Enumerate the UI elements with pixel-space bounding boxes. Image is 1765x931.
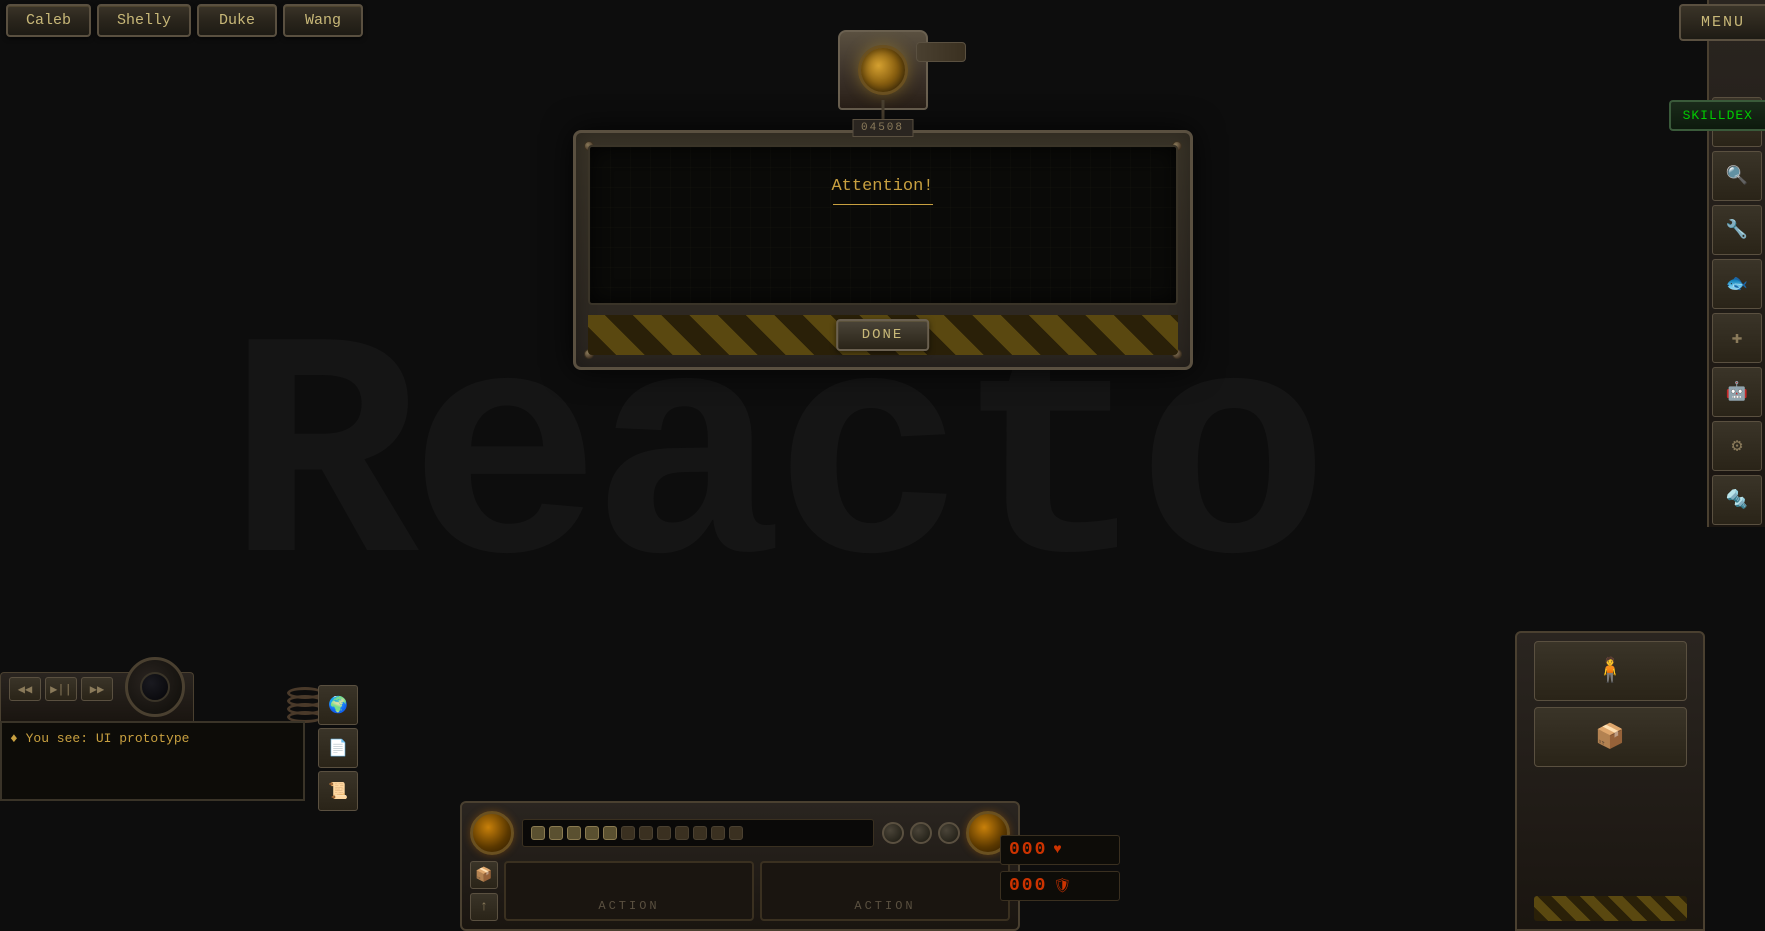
inventory-panel-btn[interactable]: 📦 xyxy=(1534,707,1687,767)
right-sidebar: SKILLDEX 👁 🔍 🔧 🐟 ✚ 🤖 ⚙ 🔩 xyxy=(1707,0,1765,527)
dialog-title: Attention! xyxy=(630,177,1136,196)
hp-icon: ♥ xyxy=(1053,842,1061,858)
dialog-frame: 04508 Attention! DONE xyxy=(573,130,1193,370)
wrench-icon-btn[interactable]: 🔩 xyxy=(1712,475,1762,525)
robot-icon-btn[interactable]: 🤖 xyxy=(1712,367,1762,417)
left-action-icons: 📦 ↑ xyxy=(470,861,498,921)
menu-button[interactable]: MENU xyxy=(1679,4,1765,41)
arrow-action-icon[interactable]: ↑ xyxy=(470,893,498,921)
prog-dot-1 xyxy=(531,826,545,840)
action-bar-area: 📦 ↑ ACTION ACTION xyxy=(460,801,1020,931)
character-tabs: Caleb Shelly Duke Wang xyxy=(0,0,369,41)
speaker-body xyxy=(838,30,928,110)
speaker-horn xyxy=(858,45,908,95)
combat-log-body: ♦ You see: UI prototype xyxy=(0,721,305,801)
progress-section xyxy=(470,811,1010,855)
search-icon-btn[interactable]: 🔍 xyxy=(1712,151,1762,201)
prog-dot-6 xyxy=(621,826,635,840)
prog-dot-8 xyxy=(657,826,671,840)
inventory-action-icon[interactable]: 📦 xyxy=(470,861,498,889)
dial-ball-1 xyxy=(882,822,904,844)
prog-dot-4 xyxy=(585,826,599,840)
action-panel-2[interactable]: ACTION xyxy=(760,861,1010,921)
dialog-title-underline xyxy=(833,204,933,205)
skillbox-button[interactable]: SKILLDEX xyxy=(1669,100,1765,131)
action-label-1: ACTION xyxy=(598,899,659,913)
dialog-screen: Attention! xyxy=(588,145,1178,305)
prog-dot-5 xyxy=(603,826,617,840)
dialog-id: 04508 xyxy=(852,119,913,137)
stats-panel: 000 ♥ 000 🛡 xyxy=(1000,835,1120,901)
speaker-arm xyxy=(916,42,966,62)
attention-dialog: 04508 Attention! DONE xyxy=(573,100,1193,370)
dialog-decoration xyxy=(803,20,963,120)
char-tab-duke[interactable]: Duke xyxy=(197,4,277,37)
armor-icon: 🛡 xyxy=(1053,878,1071,895)
cross-icon-btn[interactable]: ✚ xyxy=(1712,313,1762,363)
action-panel-1[interactable]: ACTION xyxy=(504,861,754,921)
done-button[interactable]: DONE xyxy=(836,319,930,351)
prog-dot-9 xyxy=(675,826,689,840)
dial-ball-2 xyxy=(910,822,932,844)
prog-dot-12 xyxy=(729,826,743,840)
prog-dot-7 xyxy=(639,826,653,840)
prog-dot-3 xyxy=(567,826,581,840)
dialog-container: 04508 Attention! DONE xyxy=(573,100,1193,370)
prog-dot-10 xyxy=(693,826,707,840)
char-tab-shelly[interactable]: Shelly xyxy=(97,4,191,37)
char-tab-wang[interactable]: Wang xyxy=(283,4,363,37)
tools-icon-btn[interactable]: 🔧 xyxy=(1712,205,1762,255)
character-panel-btn[interactable]: 🧍 xyxy=(1534,641,1687,701)
dial-ball-3 xyxy=(938,822,960,844)
left-dial xyxy=(470,811,514,855)
notes-button[interactable]: 📄 xyxy=(318,728,358,768)
right-dial-cluster xyxy=(882,811,1010,855)
fish-icon-btn[interactable]: 🐟 xyxy=(1712,259,1762,309)
prog-dot-11 xyxy=(711,826,725,840)
scroll-button[interactable]: 📜 xyxy=(318,771,358,811)
rewind-button[interactable]: ◀◀ xyxy=(9,677,41,701)
map-button[interactable]: 🌍 xyxy=(318,685,358,725)
prog-dot-2 xyxy=(549,826,563,840)
char-tab-caleb[interactable]: Caleb xyxy=(6,4,91,37)
armor-stat-row: 000 🛡 xyxy=(1000,871,1120,901)
gear-icon-btn[interactable]: ⚙ xyxy=(1712,421,1762,471)
pause-button[interactable]: ▶|| xyxy=(45,677,77,701)
you-see-text: ♦ You see: UI prototype xyxy=(10,731,295,746)
panel-hazard-strip xyxy=(1534,896,1687,921)
action-bar-frame: 📦 ↑ ACTION ACTION xyxy=(460,801,1020,931)
bottom-left-area: ◀◀ ▶|| ▶▶ ♦ You see: UI prototype xyxy=(0,672,305,801)
action-label-2: ACTION xyxy=(854,899,915,913)
camera-lens xyxy=(140,672,170,702)
log-controls: ◀◀ ▶|| ▶▶ xyxy=(0,672,194,721)
hp-value: 000 xyxy=(1009,840,1047,860)
log-side-buttons: 🌍 📄 📜 xyxy=(318,685,358,811)
armor-value: 000 xyxy=(1009,876,1047,896)
camera-device xyxy=(125,657,185,717)
large-right-panel: 🧍 📦 xyxy=(1515,631,1705,931)
action-buttons-row: 📦 ↑ ACTION ACTION xyxy=(470,861,1010,921)
forward-button[interactable]: ▶▶ xyxy=(81,677,113,701)
progress-dots-bar xyxy=(522,819,874,847)
dialog-hazard-strip: DONE xyxy=(588,315,1178,355)
hp-stat-row: 000 ♥ xyxy=(1000,835,1120,865)
